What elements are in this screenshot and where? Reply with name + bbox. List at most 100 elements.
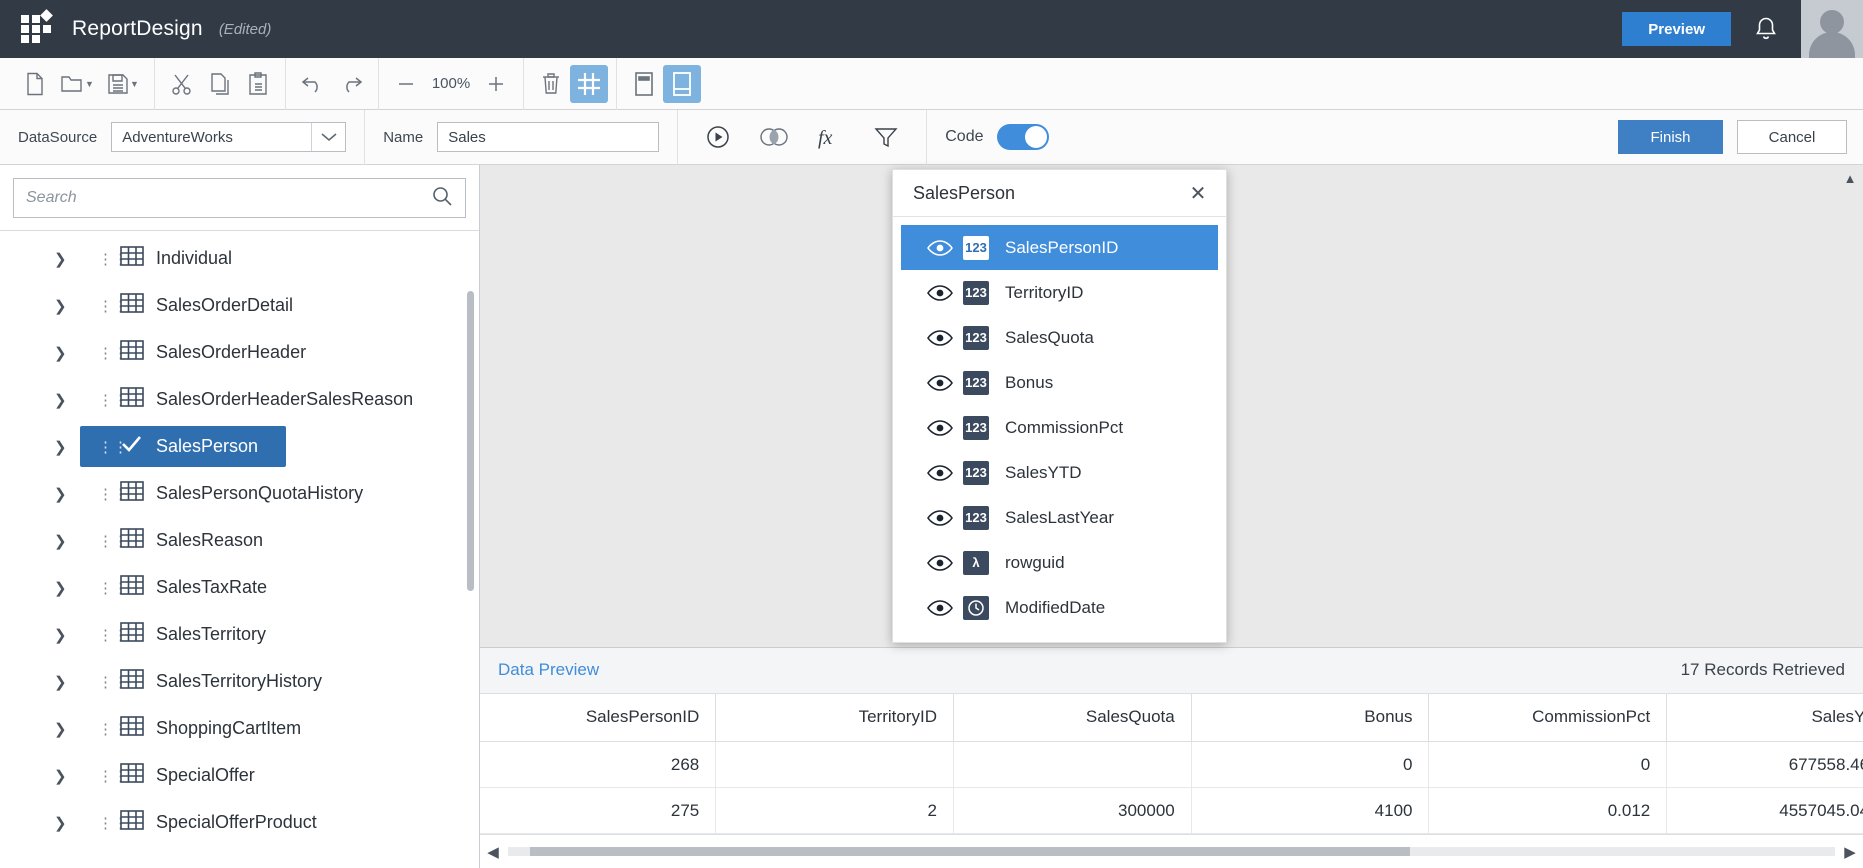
tree-item-salesorderheader[interactable]: ❯ ⋮⋮ SalesOrderHeader <box>0 329 479 376</box>
field-row-modifieddate[interactable]: ModifiedDate <box>901 585 1218 630</box>
table-icon <box>120 575 144 600</box>
visibility-eye-icon[interactable] <box>923 554 957 572</box>
visibility-eye-icon[interactable] <box>923 284 957 302</box>
chevron-down-icon[interactable] <box>311 123 345 151</box>
tree-item-salespersonquotahistory[interactable]: ❯ ⋮⋮ SalesPersonQuotaHistory <box>0 470 479 517</box>
visibility-eye-icon[interactable] <box>923 419 957 437</box>
preview-horizontal-scrollbar[interactable]: ◀ ▶ <box>480 834 1863 868</box>
field-row-rowguid[interactable]: λ rowguid <box>901 540 1218 585</box>
field-list[interactable]: 123 SalesPersonID 123 TerritoryID 123 SalesQu… <box>893 217 1226 642</box>
scroll-right-icon[interactable]: ▶ <box>1837 843 1863 861</box>
scroll-left-icon[interactable]: ◀ <box>480 843 506 861</box>
expression-fx-icon[interactable]: fx <box>808 116 852 158</box>
tree-item-salesorderdetail[interactable]: ❯ ⋮⋮ SalesOrderDetail <box>0 282 479 329</box>
view-group <box>524 58 616 109</box>
join-icon[interactable] <box>752 116 796 158</box>
column-header-salesquota[interactable]: SalesQuota <box>953 693 1192 742</box>
expand-chevron-icon[interactable]: ❯ <box>54 344 67 362</box>
table-tree[interactable]: ❯ ⋮⋮ Individual ❯ ⋮⋮ SalesOrderDetail ❯ ⋮⋮ Sales… <box>0 230 479 868</box>
delete-icon[interactable] <box>532 65 570 103</box>
expand-chevron-icon[interactable]: ❯ <box>54 767 67 785</box>
scroll-up-icon[interactable]: ▲ <box>1844 171 1857 186</box>
table-row[interactable]: 275230000041000.0124557045.0459 <box>480 787 1863 834</box>
visibility-eye-icon[interactable] <box>923 329 957 347</box>
visibility-eye-icon[interactable] <box>923 374 957 392</box>
cancel-button[interactable]: Cancel <box>1737 120 1847 154</box>
column-header-salesytd[interactable]: SalesYTD <box>1666 693 1863 742</box>
new-document-icon[interactable] <box>16 65 54 103</box>
tree-item-shoppingcartitem[interactable]: ❯ ⋮⋮ ShoppingCartItem <box>0 705 479 752</box>
header-panel-icon[interactable] <box>625 65 663 103</box>
zoom-level[interactable]: 100% <box>425 75 477 92</box>
column-header-commissionpct[interactable]: CommissionPct <box>1428 693 1668 742</box>
grid-icon[interactable] <box>570 64 608 103</box>
filter-icon[interactable] <box>864 116 908 158</box>
expand-chevron-icon[interactable]: ❯ <box>54 485 67 503</box>
field-row-bonus[interactable]: 123 Bonus <box>901 360 1218 405</box>
table-row[interactable]: 26800677558.4653 <box>480 741 1863 788</box>
expand-chevron-icon[interactable]: ❯ <box>54 579 67 597</box>
close-icon[interactable]: ✕ <box>1184 181 1212 206</box>
expand-chevron-icon[interactable]: ❯ <box>54 438 67 456</box>
datasource-select[interactable]: AdventureWorks <box>111 122 347 152</box>
preview-button[interactable]: Preview <box>1622 12 1731 46</box>
tree-item-specialoffer[interactable]: ❯ ⋮⋮ SpecialOffer <box>0 752 479 799</box>
name-input[interactable] <box>437 122 660 152</box>
expand-chevron-icon[interactable]: ❯ <box>54 532 67 550</box>
tree-item-salestaxrate[interactable]: ❯ ⋮⋮ SalesTaxRate <box>0 564 479 611</box>
tree-item-salesperson[interactable]: ❯ ⋮⋮ SalesPerson <box>0 423 479 470</box>
field-name-label: SalesLastYear <box>1005 507 1115 527</box>
field-row-territoryid[interactable]: 123 TerritoryID <box>901 270 1218 315</box>
copy-icon[interactable] <box>201 65 239 103</box>
search-icon[interactable] <box>431 185 453 212</box>
search-box[interactable] <box>13 178 466 218</box>
code-toggle[interactable] <box>997 124 1050 150</box>
hscroll-thumb[interactable] <box>530 847 1410 856</box>
expand-chevron-icon[interactable]: ❯ <box>54 720 67 738</box>
hscroll-track[interactable] <box>508 847 1835 856</box>
app-logo[interactable] <box>14 7 58 51</box>
field-row-commissionpct[interactable]: 123 CommissionPct <box>901 405 1218 450</box>
detail-panel-icon[interactable] <box>663 64 701 103</box>
column-header-territoryid[interactable]: TerritoryID <box>715 693 954 742</box>
expand-chevron-icon[interactable]: ❯ <box>54 297 67 315</box>
tree-item-specialofferproduct[interactable]: ❯ ⋮⋮ SpecialOfferProduct <box>0 799 479 846</box>
design-canvas[interactable]: SalesPerson ✕ 123 SalesPersonID 123 Territo… <box>480 165 1863 647</box>
visibility-eye-icon[interactable] <box>923 239 957 257</box>
expand-chevron-icon[interactable]: ❯ <box>54 626 67 644</box>
tree-item-salesorderheadersalesreason[interactable]: ❯ ⋮⋮ SalesOrderHeaderSalesReason <box>0 376 479 423</box>
zoom-in-icon[interactable] <box>477 65 515 103</box>
save-icon[interactable]: ▼ <box>100 65 146 103</box>
cut-icon[interactable] <box>163 65 201 103</box>
column-header-salespersonid[interactable]: SalesPersonID <box>480 693 717 742</box>
preview-grid[interactable]: SalesPersonID TerritoryID SalesQuota Bonus C… <box>480 693 1863 834</box>
finish-button[interactable]: Finish <box>1618 120 1723 154</box>
redo-icon[interactable] <box>332 65 370 103</box>
sidebar-scrollbar[interactable] <box>467 291 474 591</box>
visibility-eye-icon[interactable] <box>923 599 957 617</box>
column-header-bonus[interactable]: Bonus <box>1191 693 1430 742</box>
tree-item-salesterritory[interactable]: ❯ ⋮⋮ SalesTerritory <box>0 611 479 658</box>
tree-item-salesreason[interactable]: ❯ ⋮⋮ SalesReason <box>0 517 479 564</box>
expand-chevron-icon[interactable]: ❯ <box>54 250 67 268</box>
field-row-saleslastyear[interactable]: 123 SalesLastYear <box>901 495 1218 540</box>
field-row-salesytd[interactable]: 123 SalesYTD <box>901 450 1218 495</box>
paste-icon[interactable] <box>239 65 277 103</box>
visibility-eye-icon[interactable] <box>923 509 957 527</box>
open-folder-icon[interactable]: ▼ <box>54 65 100 103</box>
zoom-out-icon[interactable] <box>387 65 425 103</box>
expand-chevron-icon[interactable]: ❯ <box>54 673 67 691</box>
user-avatar[interactable] <box>1801 0 1863 58</box>
notification-bell-icon[interactable] <box>1731 16 1801 42</box>
undo-icon[interactable] <box>294 65 332 103</box>
run-query-icon[interactable] <box>696 116 740 158</box>
visibility-eye-icon[interactable] <box>923 464 957 482</box>
expand-chevron-icon[interactable]: ❯ <box>54 814 67 832</box>
tree-item-salesterritoryhistory[interactable]: ❯ ⋮⋮ SalesTerritoryHistory <box>0 658 479 705</box>
field-row-salespersonid[interactable]: 123 SalesPersonID <box>901 225 1218 270</box>
tree-item-individual[interactable]: ❯ ⋮⋮ Individual <box>0 235 479 282</box>
search-input[interactable] <box>26 189 431 207</box>
expand-chevron-icon[interactable]: ❯ <box>54 391 67 409</box>
preview-vertical-scrollbar[interactable]: ▲ ▼ <box>1837 165 1863 868</box>
field-row-salesquota[interactable]: 123 SalesQuota <box>901 315 1218 360</box>
